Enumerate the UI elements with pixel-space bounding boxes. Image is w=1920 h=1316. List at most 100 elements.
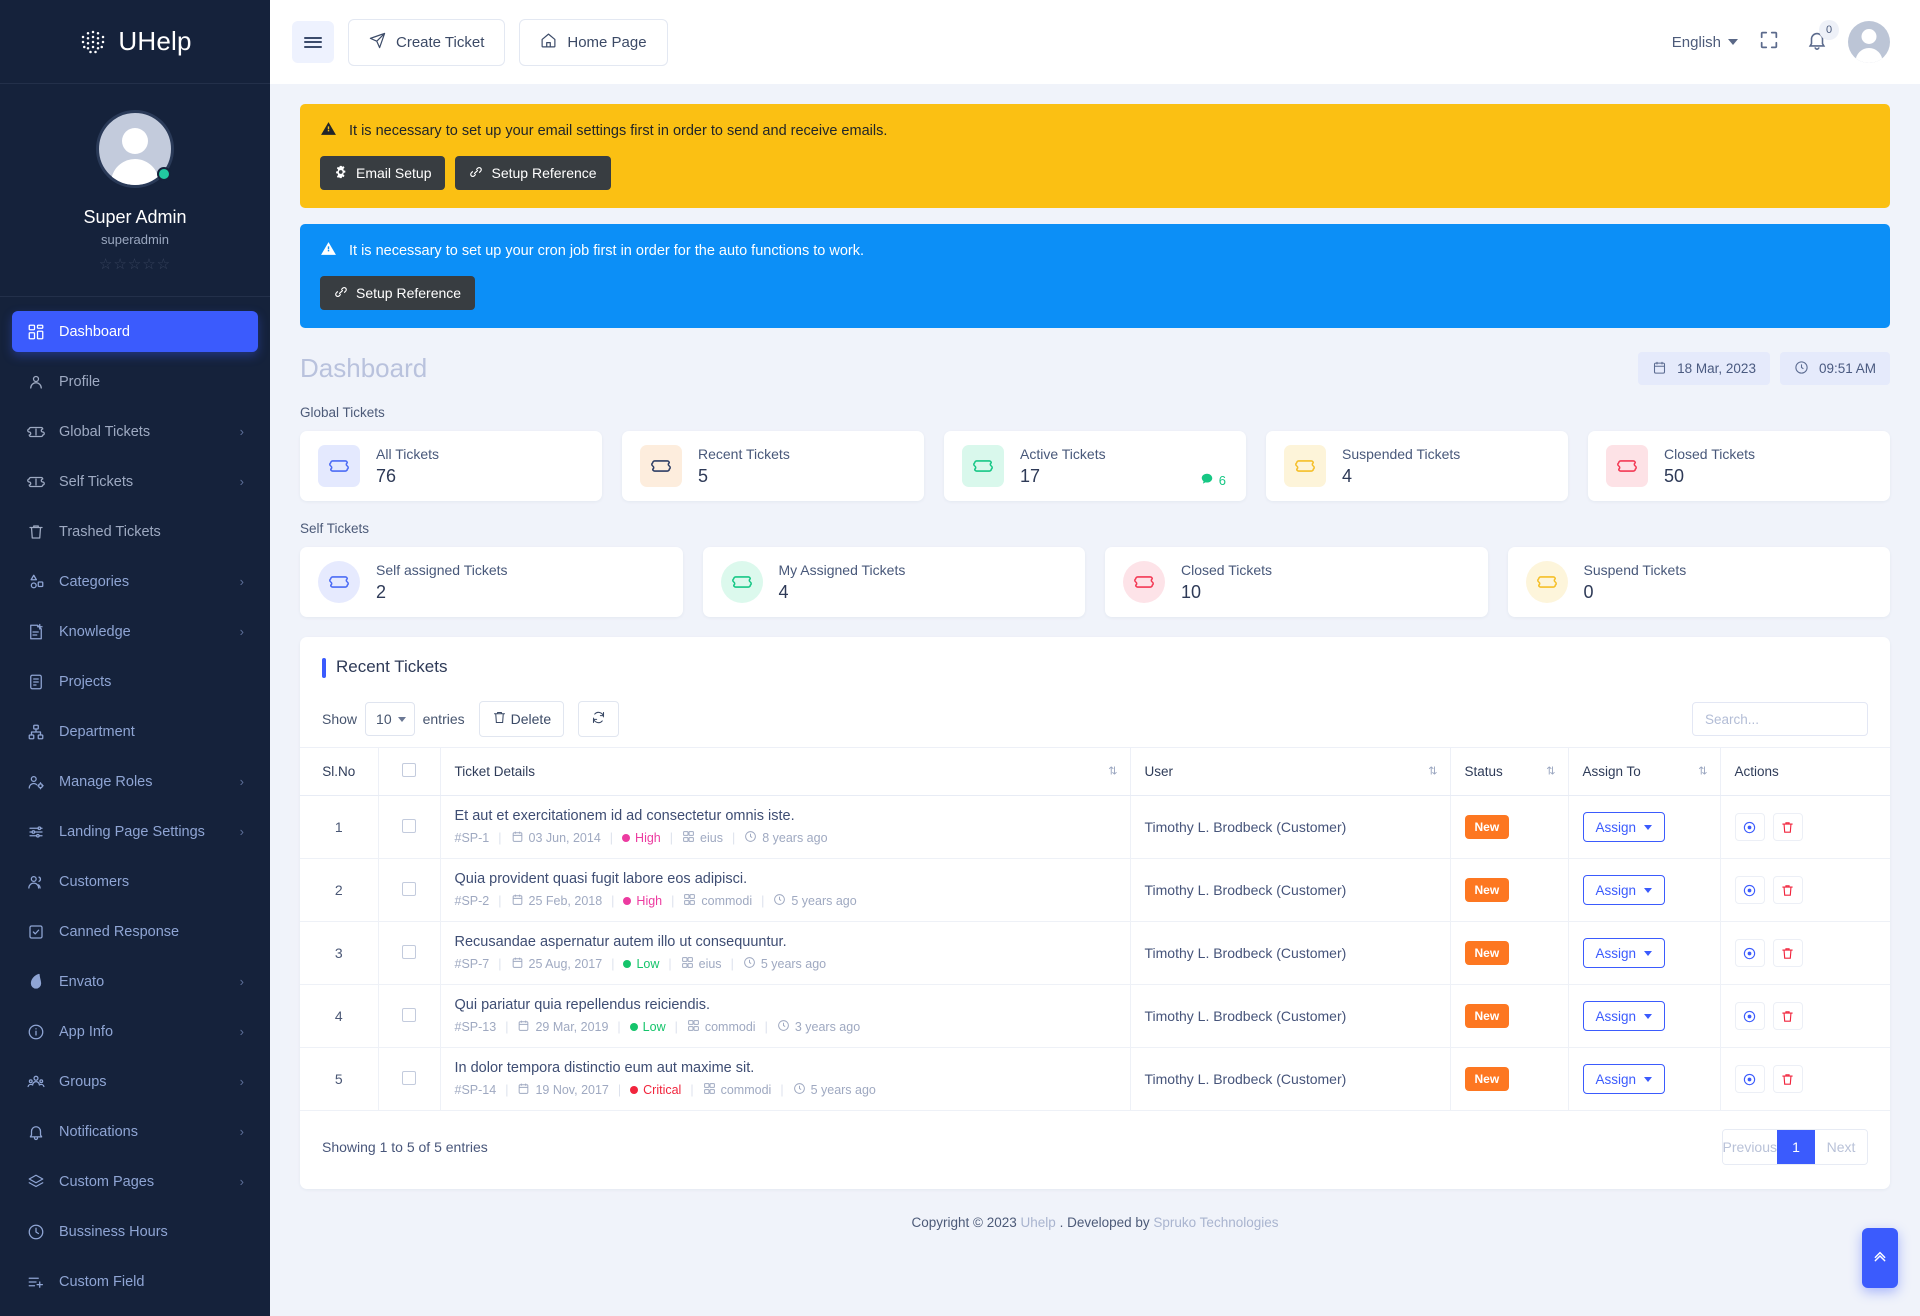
row-checkbox[interactable] bbox=[402, 944, 416, 959]
cron-setup-reference-button[interactable]: Setup Reference bbox=[320, 276, 476, 310]
sidebar-item-groups[interactable]: Groups › bbox=[12, 1061, 258, 1102]
row-checkbox[interactable] bbox=[402, 881, 416, 896]
sidebar-item-envato[interactable]: Envato › bbox=[12, 961, 258, 1002]
language-selector[interactable]: English bbox=[1672, 34, 1738, 51]
sidebar-item-categories[interactable]: Categories › bbox=[12, 561, 258, 602]
view-ticket-button[interactable] bbox=[1734, 1065, 1765, 1093]
col-ticket-details[interactable]: Ticket Details ⇅ bbox=[439, 747, 1130, 796]
page-footer: Copyright © 2023 Uhelp . Developed by Sp… bbox=[300, 1189, 1890, 1248]
search-input[interactable] bbox=[1692, 702, 1868, 736]
scroll-to-top-button[interactable] bbox=[1862, 1228, 1898, 1288]
sidebar-item-global-tickets[interactable]: Global Tickets › bbox=[12, 411, 258, 452]
stat-card-my-assigned-tickets[interactable]: My Assigned Tickets 4 bbox=[702, 547, 1085, 617]
pagination-previous[interactable]: Previous bbox=[1722, 1130, 1777, 1164]
sidebar-item-dashboard[interactable]: Dashboard bbox=[12, 311, 258, 352]
refresh-button[interactable] bbox=[578, 701, 620, 737]
ticket-icon bbox=[318, 445, 360, 487]
col-status[interactable]: Status ⇅ bbox=[1449, 747, 1568, 796]
stat-card-suspended-tickets[interactable]: Suspended Tickets 4 bbox=[1266, 431, 1568, 501]
row-select-cell[interactable] bbox=[377, 795, 440, 859]
home-page-button[interactable]: Home Page bbox=[519, 18, 668, 66]
row-select-cell[interactable] bbox=[377, 1047, 440, 1111]
sidebar-item-manage-roles[interactable]: Manage Roles › bbox=[12, 761, 258, 802]
view-ticket-button[interactable] bbox=[1734, 813, 1765, 841]
row-select-cell[interactable] bbox=[377, 921, 440, 985]
row-checkbox[interactable] bbox=[402, 1007, 416, 1022]
row-checkbox[interactable] bbox=[402, 1070, 416, 1085]
sidebar-item-canned-response[interactable]: Canned Response bbox=[12, 911, 258, 952]
assign-button[interactable]: Assign bbox=[1582, 1064, 1666, 1094]
status-badge: New bbox=[1464, 815, 1510, 839]
page-size-select[interactable]: 10 bbox=[365, 702, 415, 736]
sidebar-item-self-tickets[interactable]: Self Tickets › bbox=[12, 461, 258, 502]
stat-card-active-tickets[interactable]: Active Tickets 17 6 bbox=[944, 431, 1246, 501]
ticket-title[interactable]: Recusandae aspernatur autem illo ut cons… bbox=[455, 934, 1116, 950]
assign-label: Assign bbox=[1595, 819, 1637, 835]
view-ticket-button[interactable] bbox=[1734, 939, 1765, 967]
stat-card-recent-tickets[interactable]: Recent Tickets 5 bbox=[622, 431, 924, 501]
assign-button[interactable]: Assign bbox=[1582, 938, 1666, 968]
sidebar-item-trashed-tickets[interactable]: Trashed Tickets bbox=[12, 511, 258, 552]
sidebar-item-customers[interactable]: Customers bbox=[12, 861, 258, 902]
delete-ticket-button[interactable] bbox=[1772, 876, 1803, 904]
stat-card-value: 4 bbox=[778, 581, 789, 602]
email-setup-button[interactable]: Email Setup bbox=[320, 156, 446, 190]
stat-card-closed-tickets[interactable]: Closed Tickets 10 bbox=[1105, 547, 1488, 617]
ticket-title[interactable]: Quia provident quasi fugit labore eos ad… bbox=[455, 871, 1116, 887]
assign-button[interactable]: Assign bbox=[1582, 1001, 1666, 1031]
ticket-title[interactable]: Qui pariatur quia repellendus reiciendis… bbox=[455, 997, 1116, 1013]
stat-card-suspend-tickets[interactable]: Suspend Tickets 0 bbox=[1507, 547, 1890, 617]
assign-button[interactable]: Assign bbox=[1582, 812, 1666, 842]
footer-developer-link[interactable]: Spruko Technologies bbox=[1153, 1215, 1278, 1230]
sidebar-item-knowledge[interactable]: Knowledge › bbox=[12, 611, 258, 652]
pagination-next[interactable]: Next bbox=[1815, 1130, 1867, 1164]
delete-ticket-button[interactable] bbox=[1772, 1002, 1803, 1030]
footer-brand-link[interactable]: Uhelp bbox=[1021, 1215, 1056, 1230]
chevron-right-icon: › bbox=[239, 1174, 244, 1189]
view-ticket-button[interactable] bbox=[1734, 1002, 1765, 1030]
delete-ticket-button[interactable] bbox=[1772, 939, 1803, 967]
sidebar-item-landing-page-settings[interactable]: Landing Page Settings › bbox=[12, 811, 258, 852]
row-select-cell[interactable] bbox=[377, 858, 440, 922]
delete-button[interactable]: Delete bbox=[478, 701, 565, 737]
sidebar-item-notifications[interactable]: Notifications › bbox=[12, 1111, 258, 1152]
sidebar-item-bussiness-hours[interactable]: Bussiness Hours bbox=[12, 1211, 258, 1252]
fullscreen-button[interactable] bbox=[1752, 25, 1786, 59]
pagination-page-1[interactable]: 1 bbox=[1777, 1130, 1815, 1164]
chevron-right-icon: › bbox=[239, 1074, 244, 1089]
profile-avatar-wrap[interactable] bbox=[96, 110, 174, 188]
stat-card-title: All Tickets bbox=[376, 445, 440, 462]
sidebar-item-label: Global Tickets bbox=[59, 423, 151, 440]
ticket-title[interactable]: Et aut et exercitationem id ad consectet… bbox=[455, 808, 1116, 824]
col-select-all[interactable] bbox=[377, 747, 440, 796]
notifications-button[interactable]: 0 bbox=[1800, 20, 1839, 59]
sidebar-item-profile[interactable]: Profile bbox=[12, 361, 258, 402]
sidebar-item-custom-pages[interactable]: Custom Pages › bbox=[12, 1161, 258, 1202]
status-badge: New bbox=[1464, 1004, 1510, 1028]
brand[interactable]: UHelp bbox=[0, 0, 270, 84]
delete-ticket-button[interactable] bbox=[1772, 813, 1803, 841]
email-setup-reference-button[interactable]: Setup Reference bbox=[455, 156, 611, 190]
col-user[interactable]: User ⇅ bbox=[1129, 747, 1450, 796]
sidebar-item-department[interactable]: Department bbox=[12, 711, 258, 752]
view-ticket-button[interactable] bbox=[1734, 876, 1765, 904]
row-checkbox[interactable] bbox=[402, 818, 416, 833]
stat-card-self-assigned-tickets[interactable]: Self assigned Tickets 2 bbox=[300, 547, 683, 617]
assign-button[interactable]: Assign bbox=[1582, 875, 1666, 905]
sidebar-item-custom-field[interactable]: Custom Field bbox=[12, 1261, 258, 1302]
select-all-checkbox[interactable] bbox=[402, 763, 416, 777]
ticket-assign-cell: Assign bbox=[1567, 921, 1720, 985]
check-square-icon bbox=[26, 922, 45, 941]
sidebar-item-projects[interactable]: Projects bbox=[12, 661, 258, 702]
menu-toggle-button[interactable] bbox=[292, 21, 334, 63]
row-select-cell[interactable] bbox=[377, 984, 440, 1048]
stat-card-all-tickets[interactable]: All Tickets 76 bbox=[300, 431, 602, 501]
col-assign-to[interactable]: Assign To ⇅ bbox=[1567, 747, 1720, 796]
user-avatar-button[interactable] bbox=[1848, 21, 1890, 63]
sidebar-item-app-info[interactable]: App Info › bbox=[12, 1011, 258, 1052]
ticket-title[interactable]: In dolor tempora distinctio eum aut maxi… bbox=[455, 1060, 1116, 1076]
chevron-right-icon: › bbox=[239, 774, 244, 789]
create-ticket-button[interactable]: Create Ticket bbox=[348, 18, 506, 66]
stat-card-closed-tickets[interactable]: Closed Tickets 50 bbox=[1588, 431, 1890, 501]
delete-ticket-button[interactable] bbox=[1772, 1065, 1803, 1093]
